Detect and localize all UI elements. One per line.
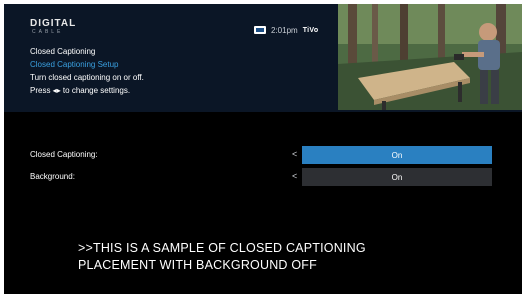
caption-sample-line-1: >>THIS IS A SAMPLE OF CLOSED CAPTIONING [78,241,366,255]
closed-captioning-label: Closed Captioning: [30,150,98,159]
tv-icon [254,26,266,34]
tivo-logo: TiVo [302,26,319,34]
background-setting[interactable]: Background: < On [30,168,492,186]
brand-logo-sub: CABLE [32,29,64,35]
clock: 2:01pm [271,25,298,35]
caption-sample-text: >>THIS IS A SAMPLE OF CLOSED CAPTIONING … [78,240,498,274]
status-bar: 2:01pm TiVo [254,24,318,36]
menu-subtitle: Closed Captioning Setup [30,60,119,69]
background-value[interactable]: On [302,168,492,186]
menu-title: Closed Captioning [30,47,96,56]
closed-captioning-value[interactable]: On [302,146,492,164]
tv-screen: DIGITAL CABLE 2:01pm TiVo Closed Caption… [4,4,522,294]
video-scene [338,4,522,110]
chevron-left-icon[interactable]: < [292,171,297,181]
menu-instructions: Press ◂▸ to change settings. [30,86,131,95]
caption-sample-line-2: PLACEMENT WITH BACKGROUND OFF [78,258,317,272]
live-video-preview [338,4,522,110]
brand-logo-main: DIGITAL [30,18,77,29]
menu-help-text: Turn closed captioning on or off. [30,73,144,82]
closed-captioning-setting[interactable]: Closed Captioning: < On [30,146,492,164]
chevron-left-icon[interactable]: < [292,149,297,159]
background-label: Background: [30,172,75,181]
brand-logo: DIGITAL CABLE [30,18,108,36]
menu-breadcrumb: Closed Captioning Closed Captioning Setu… [30,45,330,97]
